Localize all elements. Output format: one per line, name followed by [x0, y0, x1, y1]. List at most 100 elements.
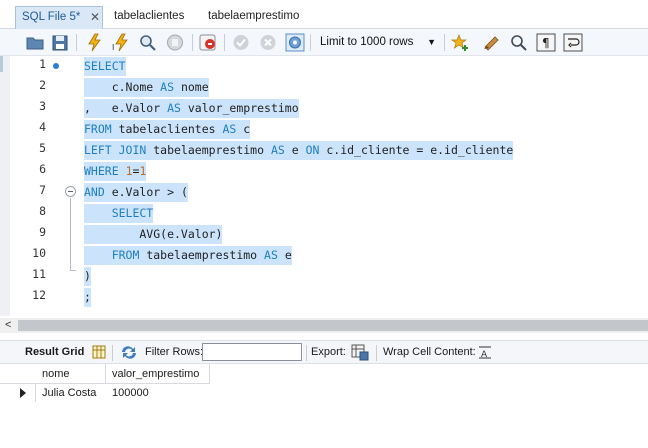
- current-statement-dot-icon: [53, 63, 59, 69]
- result-grid-label[interactable]: Result Grid: [25, 346, 84, 358]
- toolbar-separator: [310, 34, 311, 51]
- result-grid-icon[interactable]: [92, 345, 106, 359]
- sql-text: tabelaemprestimo: [146, 143, 271, 157]
- line-number: 7: [39, 183, 46, 197]
- line-number: 12: [32, 288, 46, 302]
- sql-editor-window: SQL File 5* ✕ tabelaclientes tabelaempre…: [0, 0, 648, 448]
- table-cell[interactable]: 100000: [106, 384, 210, 402]
- add-snippet-star-icon[interactable]: [450, 33, 470, 52]
- wrap-lines-icon[interactable]: [563, 33, 583, 52]
- sql-keyword: SELECT: [84, 59, 126, 73]
- wrap-cell-icon[interactable]: A: [478, 345, 492, 359]
- tab-sql-file-5[interactable]: SQL File 5* ✕: [15, 6, 103, 29]
- toolbar-separator: [444, 34, 445, 51]
- toggle-error-icon[interactable]: [198, 33, 218, 52]
- editor-horizontal-scrollbar[interactable]: <: [0, 318, 648, 333]
- column-header-nome[interactable]: nome: [36, 364, 106, 384]
- filter-rows-input[interactable]: [202, 343, 302, 361]
- table-cell[interactable]: Julia Costa: [36, 384, 106, 402]
- sql-keyword: AS: [270, 143, 285, 157]
- open-folder-icon[interactable]: [25, 33, 45, 52]
- sql-text: e.Valor > (: [104, 185, 188, 199]
- commit-icon[interactable]: [231, 33, 251, 52]
- sql-text: ): [84, 269, 91, 283]
- code-line[interactable]: SELECT: [84, 57, 126, 76]
- sql-text: AVG(e.Valor): [84, 227, 223, 241]
- sql-text: e: [277, 248, 292, 262]
- rollback-icon[interactable]: [258, 33, 278, 52]
- toolbar-separator: [112, 345, 113, 361]
- sql-keyword: AS: [167, 101, 181, 115]
- sql-keyword: ON: [305, 143, 320, 157]
- sql-keyword: WHERE: [84, 164, 119, 178]
- save-icon[interactable]: [50, 33, 70, 52]
- editor-left-marker: [0, 56, 3, 72]
- line-number: 2: [39, 78, 46, 92]
- wrap-cell-content-label: Wrap Cell Content:: [383, 346, 476, 358]
- code-line[interactable]: FROM tabelaclientes AS c: [84, 120, 251, 139]
- code-line[interactable]: ;: [84, 288, 91, 307]
- code-line[interactable]: LEFT JOIN tabelaemprestimo AS e ON c.id_…: [84, 141, 514, 160]
- svg-text:¶: ¶: [542, 36, 550, 50]
- line-number: 10: [32, 246, 46, 260]
- toolbar-separator: [376, 345, 377, 361]
- grid-header-row: nome valor_emprestimo: [0, 364, 210, 384]
- invisible-chars-icon[interactable]: ¶: [536, 33, 556, 52]
- sql-text: tabelaclientes: [111, 122, 223, 136]
- code-line[interactable]: , e.Valor AS valor_emprestimo: [84, 99, 299, 118]
- code-line[interactable]: c.Nome AS nome: [84, 78, 209, 97]
- column-header-valor-emprestimo[interactable]: valor_emprestimo: [106, 364, 210, 384]
- tab-tabelaemprestimo[interactable]: tabelaemprestimo: [202, 6, 305, 29]
- sql-text: c.Nome: [84, 80, 161, 94]
- sql-text: valor_emprestimo: [180, 101, 299, 115]
- line-number: 4: [39, 120, 46, 134]
- export-label: Export:: [311, 346, 346, 358]
- sql-text: nome: [174, 80, 209, 94]
- toolbar-separator: [76, 34, 77, 51]
- sql-toolbar: I Limit to 1000 rows ▼ ¶: [0, 29, 648, 56]
- close-tab-icon[interactable]: ✕: [90, 7, 100, 27]
- table-row[interactable]: Julia Costa 100000: [0, 384, 210, 402]
- scroll-left-arrow-icon[interactable]: <: [5, 318, 11, 333]
- code-line[interactable]: AND e.Valor > (: [84, 183, 188, 202]
- sql-code-area[interactable]: SELECT c.Nome AS nome , e.Valor AS valor_…: [84, 56, 648, 316]
- refresh-arrows-icon[interactable]: [120, 345, 138, 360]
- dropdown-arrow-icon: ▼: [427, 37, 436, 47]
- sql-text: ;: [84, 290, 91, 304]
- autocommit-icon[interactable]: [285, 33, 305, 52]
- tab-label: SQL File 5*: [22, 11, 81, 23]
- tab-tabelaclientes[interactable]: tabelaclientes: [108, 6, 190, 29]
- code-line[interactable]: AVG(e.Valor): [84, 225, 223, 244]
- sql-text: e: [284, 143, 306, 157]
- toolbar-separator: [224, 34, 225, 51]
- code-line[interactable]: SELECT: [84, 204, 154, 223]
- scrollbar-thumb[interactable]: [18, 320, 648, 331]
- sql-keyword: AND: [84, 185, 105, 199]
- sql-keyword: FROM: [111, 248, 140, 262]
- limit-rows-value: Limit to 1000 rows: [320, 36, 414, 48]
- stop-icon[interactable]: [165, 33, 185, 52]
- sql-keyword: AS: [264, 248, 278, 262]
- line-number: 9: [39, 225, 46, 239]
- limit-rows-select[interactable]: Limit to 1000 rows ▼: [314, 33, 440, 52]
- code-line[interactable]: ): [84, 267, 91, 286]
- sql-keyword: LEFT JOIN: [84, 143, 147, 157]
- code-line[interactable]: WHERE 1=1: [84, 162, 147, 181]
- result-toolbar: Result Grid Filter Rows: Export: Wrap Ce…: [0, 340, 648, 364]
- svg-text:I: I: [112, 43, 114, 52]
- execute-current-icon[interactable]: I: [110, 33, 130, 52]
- line-number: 1: [39, 57, 46, 71]
- export-icon[interactable]: [351, 344, 369, 361]
- find-icon[interactable]: [509, 33, 529, 52]
- code-line[interactable]: FROM tabelaemprestimo AS e: [84, 246, 292, 265]
- line-number: 5: [39, 141, 46, 155]
- sql-text: c: [236, 122, 251, 136]
- editor-left-strip: [0, 56, 10, 316]
- explain-icon[interactable]: [138, 33, 158, 52]
- fold-toggle-icon[interactable]: [65, 186, 76, 197]
- sql-text: tabelaemprestimo: [139, 248, 265, 262]
- beautify-icon[interactable]: [482, 33, 502, 52]
- execute-icon[interactable]: [84, 33, 104, 52]
